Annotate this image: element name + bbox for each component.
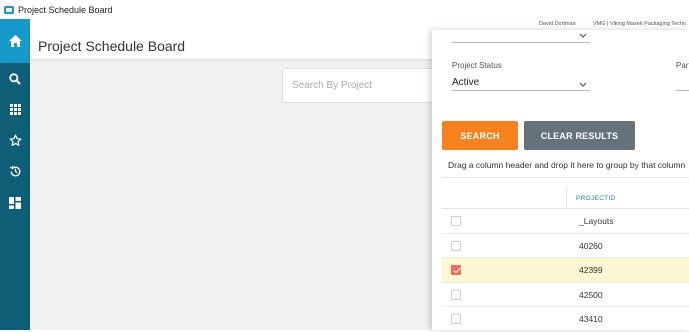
table-row[interactable]: 42500 [442,283,689,307]
clear-results-button[interactable]: CLEAR RESULTS [524,121,635,150]
group-by-drop-zone[interactable]: Drag a column header and drop it here to… [442,153,689,178]
chevron-down-icon [579,33,587,38]
filter-panel: Project Status Active Part SEARCH CLEAR … [432,30,689,332]
part-label: Part [676,61,689,70]
part-select[interactable] [676,77,689,91]
rail-dashboard-button[interactable] [0,187,30,218]
top-dropdown[interactable] [452,30,590,43]
user-name: David Dortman [539,21,576,27]
project-id-cell: 43410 [579,314,603,324]
project-status-label: Project Status [452,61,502,70]
row-checkbox[interactable] [451,314,461,324]
column-header-projectid[interactable]: PROJECTID [576,195,616,202]
rail-history-button[interactable] [0,156,30,187]
project-id-cell: _Layouts [579,216,614,226]
row-checkbox[interactable] [451,240,461,251]
results-grid: PROJECTID _Layouts 40260 42399 42500 434… [442,187,689,332]
row-checkbox[interactable] [451,216,461,226]
dashboard-icon [9,196,21,209]
rail-search-button[interactable] [0,63,30,94]
project-search-input[interactable] [283,69,441,102]
table-row[interactable]: _Layouts [442,209,689,234]
project-id-cell: 42500 [579,289,603,300]
row-checkbox-checked[interactable] [451,265,461,275]
project-id-cell: 42399 [579,265,603,275]
project-status-value: Active [452,77,480,88]
nav-rail [0,19,30,330]
search-button[interactable]: SEARCH [442,121,518,150]
rail-home-button[interactable] [0,19,30,63]
rail-favorites-button[interactable] [0,125,30,156]
table-row-selected[interactable]: 42399 [442,258,689,283]
window-title: Project Schedule Board [18,4,113,15]
window-titlebar: Project Schedule Board [0,0,689,19]
project-id-cell: 40260 [579,240,603,251]
star-icon [8,134,22,146]
page-title: Project Schedule Board [38,38,186,54]
apps-grid-icon [9,104,21,115]
grid-header: PROJECTID [442,187,689,209]
table-row[interactable]: 43410 [442,307,689,332]
company-name: VMG | Viking Masek Packaging Techn [593,21,686,27]
table-row[interactable]: 40260 [442,234,689,258]
column-divider [566,187,567,209]
chevron-down-icon [579,82,587,87]
app-icon [4,5,14,14]
project-status-select[interactable]: Active [452,77,590,91]
home-icon [8,35,22,47]
row-checkbox[interactable] [451,289,461,300]
history-icon [9,165,20,177]
search-icon [9,72,21,85]
rail-apps-button[interactable] [0,94,30,125]
project-search-box[interactable] [282,68,442,103]
